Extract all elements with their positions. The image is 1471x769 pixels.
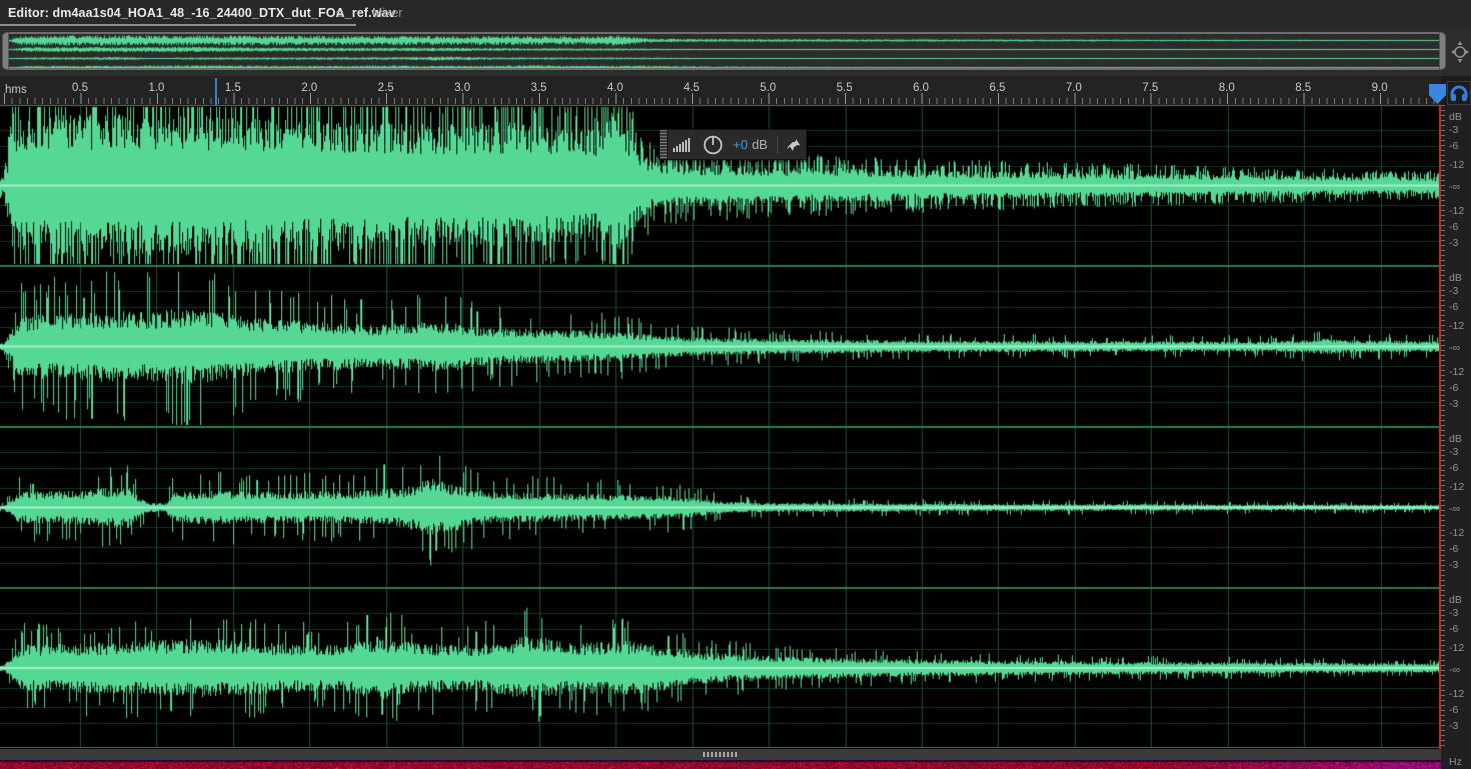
pin-icon bbox=[787, 138, 801, 152]
db-scale-label: -6 bbox=[1449, 704, 1458, 716]
zoom-range-box[interactable] bbox=[2, 32, 1446, 70]
panel-tab-bar: Editor: dm4aa1s04_HOA1_48_-16_24400_DTX_… bbox=[0, 0, 1471, 28]
ruler-tick-label: 4.5 bbox=[684, 82, 700, 94]
active-tab-underline bbox=[0, 24, 356, 26]
gain-unit-label: dB bbox=[752, 137, 768, 152]
hud-drag-grip[interactable] bbox=[660, 130, 668, 159]
db-scale-label: -12 bbox=[1449, 320, 1464, 332]
db-scale-label: -3 bbox=[1449, 559, 1458, 571]
db-scale-label: dB bbox=[1449, 272, 1462, 284]
db-scale-label: -12 bbox=[1449, 366, 1464, 378]
panel-splitter[interactable] bbox=[0, 749, 1441, 760]
splitter-grip-icon[interactable] bbox=[703, 752, 739, 757]
playhead-line[interactable] bbox=[215, 78, 217, 105]
db-scale-label: -6 bbox=[1449, 140, 1458, 152]
hud-gain-knob[interactable] bbox=[698, 130, 728, 159]
db-scale-column[interactable]: dB-3-6-12-∞-12-6-3dB-3-6-12-∞-12-6-3dB-3… bbox=[1441, 105, 1471, 769]
db-scale-label: -12 bbox=[1449, 481, 1464, 493]
db-scale-label: -3 bbox=[1449, 446, 1458, 458]
ruler-tick-label: 3.0 bbox=[454, 82, 470, 94]
monitor-button[interactable] bbox=[1447, 81, 1471, 105]
db-scale-label: dB bbox=[1449, 594, 1462, 606]
zoom-range-handle-right[interactable] bbox=[1439, 32, 1446, 70]
db-scale-label: -∞ bbox=[1449, 342, 1460, 354]
db-scale-label: -6 bbox=[1449, 543, 1458, 555]
db-scale-label: -6 bbox=[1449, 462, 1458, 474]
waveform-channel-4[interactable] bbox=[0, 588, 1441, 748]
gain-knob-icon bbox=[703, 135, 723, 155]
db-scale-label: -3 bbox=[1449, 720, 1458, 732]
zoom-navigate-icon[interactable] bbox=[1450, 40, 1470, 64]
ruler-tick-label: 5.5 bbox=[837, 82, 853, 94]
ruler-tick-label: 3.5 bbox=[531, 82, 547, 94]
audition-editor-panel: Editor: dm4aa1s04_HOA1_48_-16_24400_DTX_… bbox=[0, 0, 1471, 769]
db-scale-label: -3 bbox=[1449, 237, 1458, 249]
db-scale-label: -12 bbox=[1449, 688, 1464, 700]
hud-separator bbox=[777, 136, 778, 154]
hud-pin-button[interactable] bbox=[782, 130, 806, 159]
ruler-tick-label: 5.0 bbox=[760, 82, 776, 94]
db-scale-label: -6 bbox=[1449, 301, 1458, 313]
frequency-unit-label: Hz bbox=[1449, 756, 1462, 768]
hud-gain-widget[interactable]: +0 dB bbox=[659, 129, 807, 160]
ruler-tick-label: 0.5 bbox=[72, 82, 88, 94]
ruler-tick-label: 7.0 bbox=[1066, 82, 1082, 94]
file-end-line bbox=[1439, 105, 1441, 769]
ruler-tick-label: 6.5 bbox=[989, 82, 1005, 94]
db-scale-label: dB bbox=[1449, 111, 1462, 123]
panel-menu-icon[interactable]: ≡ bbox=[336, 6, 344, 21]
ruler-tick-label: 9.0 bbox=[1372, 82, 1388, 94]
spectral-strip-canvas[interactable] bbox=[0, 760, 1441, 769]
ruler-tick-label: 7.5 bbox=[1142, 82, 1158, 94]
waveform-channel-3[interactable] bbox=[0, 427, 1441, 588]
db-scale-label: -∞ bbox=[1449, 503, 1460, 515]
ruler-tick-label: 8.0 bbox=[1219, 82, 1235, 94]
waveform-channel-2[interactable] bbox=[0, 266, 1441, 427]
db-scale-label: -3 bbox=[1449, 124, 1458, 136]
zoom-range-handle-left[interactable] bbox=[2, 32, 9, 70]
ruler-tick-label: 4.0 bbox=[607, 82, 623, 94]
db-scale-label: dB bbox=[1449, 433, 1462, 445]
gain-value[interactable]: +0 bbox=[733, 137, 748, 152]
db-scale-label: -12 bbox=[1449, 205, 1464, 217]
db-scale-label: -12 bbox=[1449, 642, 1464, 654]
db-scale-label: -3 bbox=[1449, 607, 1458, 619]
db-scale-ticks bbox=[1441, 105, 1445, 749]
overview-bar bbox=[0, 28, 1471, 76]
hud-level-button[interactable] bbox=[668, 130, 698, 159]
headphones-icon bbox=[1448, 82, 1470, 104]
db-scale-label: -6 bbox=[1449, 382, 1458, 394]
ruler-tick-label: 8.5 bbox=[1295, 82, 1311, 94]
db-scale-label: -12 bbox=[1449, 159, 1464, 171]
tab-mixer[interactable]: Mixer bbox=[372, 6, 403, 20]
db-scale-label: -∞ bbox=[1449, 181, 1460, 193]
ruler-tick-label: 1.0 bbox=[148, 82, 164, 94]
db-scale-label: -6 bbox=[1449, 221, 1458, 233]
ruler-tick-label: 2.5 bbox=[378, 82, 394, 94]
db-scale-label: -3 bbox=[1449, 398, 1458, 410]
ruler-tick-label: 1.5 bbox=[225, 82, 241, 94]
db-scale-label: -3 bbox=[1449, 285, 1458, 297]
db-scale-label: -12 bbox=[1449, 527, 1464, 539]
ruler-major-ticks bbox=[4, 93, 1441, 104]
hud-gain-readout[interactable]: +0 dB bbox=[728, 130, 773, 159]
db-scale-label: -6 bbox=[1449, 623, 1458, 635]
ruler-tick-label: 2.0 bbox=[301, 82, 317, 94]
ruler-tick-label: 6.0 bbox=[913, 82, 929, 94]
db-scale-label: -∞ bbox=[1449, 664, 1460, 676]
level-bars-icon bbox=[673, 138, 693, 152]
